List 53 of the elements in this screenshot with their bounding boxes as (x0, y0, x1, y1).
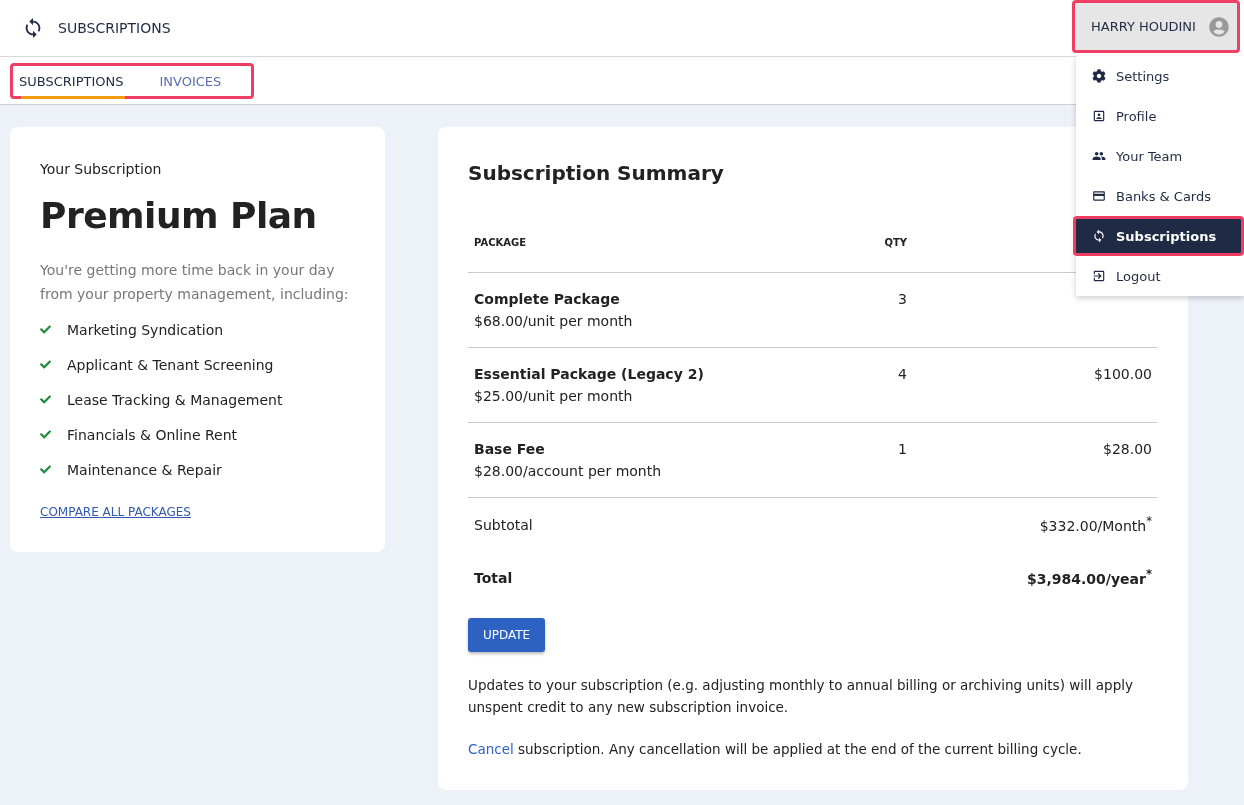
table-cell-text: $100.00 (1093, 366, 1152, 382)
cancel-link[interactable]: Cancel (468, 741, 514, 757)
settings-icon (1092, 69, 1106, 83)
check-icon (40, 359, 51, 370)
menu-item[interactable]: Banks & Cards (1076, 176, 1244, 216)
table-cell-text: 1 (897, 441, 907, 457)
feature-label: Financials & Online Rent (67, 426, 238, 443)
plan-name: Premium Plan (40, 195, 318, 236)
feature-label: Marketing Syndication (67, 321, 224, 338)
column-header: QTY (883, 237, 907, 248)
check-icon (40, 394, 51, 405)
total-value: $3,984.00/year$^{*}$ (1026, 571, 1152, 588)
check-icon (40, 324, 51, 335)
update-button[interactable]: UPDATE (468, 618, 545, 652)
package-rate: $25.00/unit per month (474, 388, 634, 404)
menu-item[interactable]: Profile (1076, 96, 1244, 136)
package-rate: $68.00/unit per month (474, 313, 634, 329)
user-menu-button[interactable]: HARRY HOUDINI (1072, 0, 1240, 53)
menu-item[interactable]: Your Team (1076, 136, 1244, 176)
subtotal-value: $332.00/Month$^{*}$ (1039, 518, 1152, 535)
menu-item[interactable]: Logout (1076, 256, 1244, 296)
credit-card-icon (1092, 189, 1106, 203)
menu-item[interactable]: Subscriptions (1073, 216, 1244, 256)
summary-title: Subscription Summary (468, 161, 725, 185)
menu-item[interactable]: Settings (1076, 56, 1244, 96)
portrait-icon (1092, 109, 1106, 123)
subtotal-label: Subtotal (474, 516, 534, 533)
table-cell-text: 3 (897, 291, 907, 307)
check-icon (40, 429, 51, 440)
table-cell-text: $28.00 (1102, 441, 1152, 457)
logout-icon (1092, 269, 1106, 283)
package-name: Base Fee (474, 441, 546, 457)
feature-label: Maintenance & Repair (67, 461, 222, 478)
package-rate: $28.00/account per month (474, 463, 663, 479)
feature-label: Applicant & Tenant Screening (67, 356, 274, 373)
total-label: Total (474, 569, 514, 586)
tab[interactable]: SUBSCRIPTIONS (13, 66, 134, 96)
sync-icon (1092, 229, 1106, 243)
plan-description: You're getting more time back in your day from your property management, including: (40, 261, 350, 304)
package-name: Complete Package (474, 291, 621, 307)
page-title: SUBSCRIPTIONS (58, 20, 171, 36)
user-avatar-icon (1209, 16, 1229, 37)
card-caption: Your Subscription (40, 161, 163, 177)
cancel-note: Cancel subscription. Any cancellation will be applied at the end of the current billing cycle. (468, 740, 1083, 759)
column-header: PACKAGE (474, 237, 528, 248)
check-icon (40, 464, 51, 475)
tab[interactable]: INVOICES (153, 66, 232, 96)
package-name: Essential Package (Legacy 2) (474, 366, 705, 382)
feature-label: Lease Tracking & Management (67, 391, 283, 408)
table-cell-text: 4 (897, 366, 907, 382)
update-note: Updates to your subscription (e.g. adjusting monthly to annual billing or archiving units) will apply unspent credit to any new subscription invoice. (468, 676, 1134, 717)
compare-link[interactable]: COMPARE ALL PACKAGES (40, 505, 191, 519)
people-icon (1092, 149, 1106, 163)
